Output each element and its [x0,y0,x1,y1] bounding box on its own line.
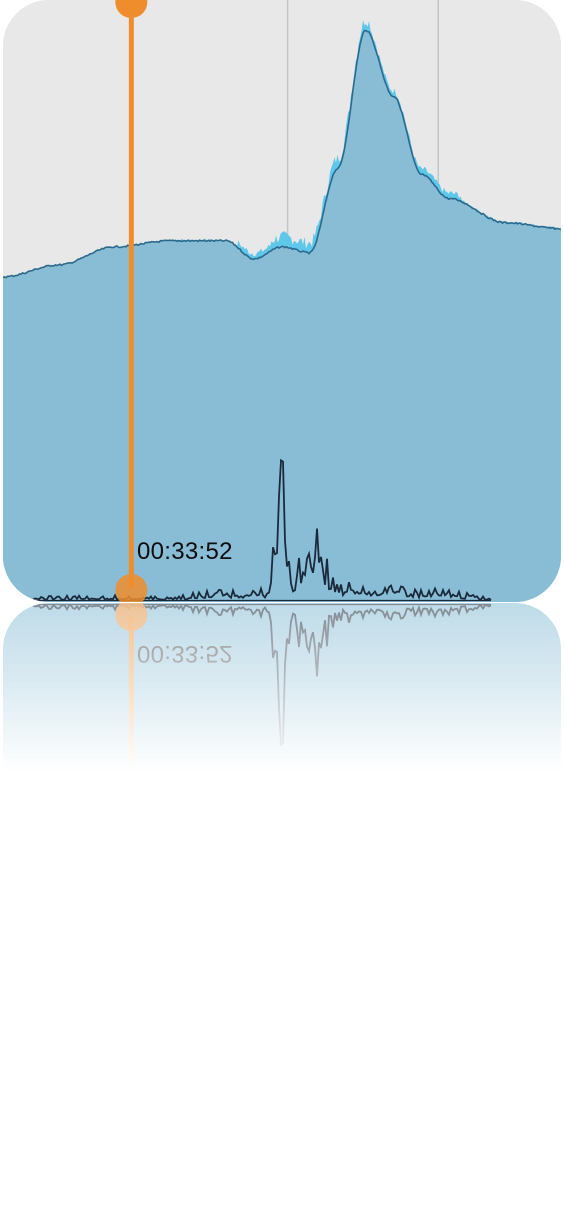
activity-chart [3,0,561,602]
reflection-chart [3,603,561,1205]
icon-reflection: 00:33:52 [3,603,561,1205]
playhead-time-label: 00:33:52 [137,538,233,565]
reflection-time-label: 00:33:52 [137,640,233,667]
activity-graph-app-icon[interactable]: 00:33:52 [3,0,561,602]
